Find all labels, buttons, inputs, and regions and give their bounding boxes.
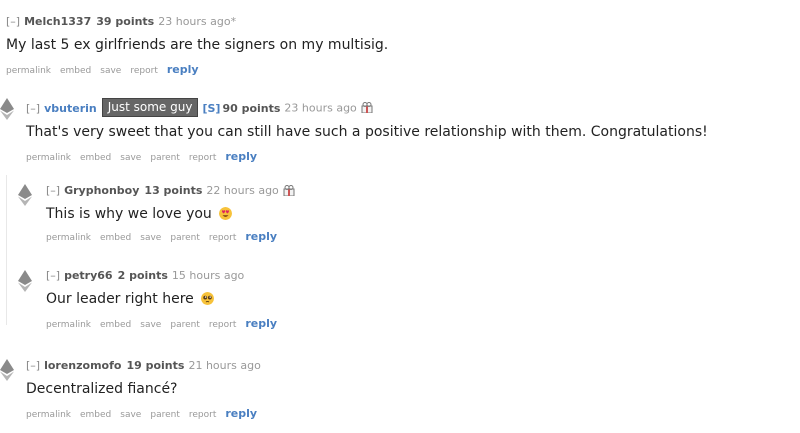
author-link[interactable]: Gryphonboy [64,184,139,197]
comment-actions: permalink embed save parent report reply [26,407,266,420]
timestamp: 23 hours ago [284,101,357,115]
heart-eyes-emoji-icon [219,206,233,220]
comment-tagline: [–] Gryphonboy 13 points 22 hours ago [46,184,295,198]
score: 2 points [117,269,168,282]
save-button[interactable]: save [120,153,141,163]
parent-button[interactable]: parent [150,410,180,420]
embed-button[interactable]: embed [80,153,111,163]
comment-text: Our leader right here [46,291,194,307]
thread-line [6,175,7,325]
pleading-face-emoji-icon [201,291,215,305]
comment-body: Our leader right here [46,291,286,307]
collapse-toggle[interactable]: [–] [26,359,40,372]
comment-actions: permalink embed save parent report reply [26,150,708,163]
embed-button[interactable]: embed [100,233,131,243]
save-button[interactable]: save [140,320,161,330]
comment-body: This is why we love you [46,206,295,222]
permalink-button[interactable]: permalink [46,233,91,243]
comment-body: Decentralized fiancé? [26,381,178,397]
score: 39 points [96,15,155,28]
comment-actions: permalink embed save parent report reply [46,317,286,330]
upvote-arrow-icon[interactable] [0,359,14,381]
comment-actions: permalink embed save report reply [6,63,388,76]
report-button[interactable]: report [209,320,237,330]
collapse-toggle[interactable]: [–] [46,269,60,282]
reply-button[interactable]: reply [245,317,277,330]
collapse-toggle[interactable]: [–] [26,102,40,115]
report-button[interactable]: report [130,66,158,76]
reply-button[interactable]: reply [225,150,257,163]
timestamp: 22 hours ago [206,184,279,197]
embed-button[interactable]: embed [100,320,131,330]
save-button[interactable]: save [140,233,161,243]
report-button[interactable]: report [189,153,217,163]
author-link[interactable]: Melch1337 [24,15,91,28]
award-icon[interactable] [361,102,373,113]
comment-tagline: [–] petry66 2 points 15 hours ago [46,269,286,283]
timestamp: 23 hours ago* [158,15,237,28]
save-button[interactable]: save [120,410,141,420]
comment-actions: permalink embed save parent report reply [46,230,295,243]
embed-button[interactable]: embed [60,66,91,76]
report-button[interactable]: report [189,410,217,420]
timestamp: 15 hours ago [171,269,245,282]
permalink-button[interactable]: permalink [6,66,51,76]
upvote-arrow-icon[interactable] [18,270,32,292]
save-button[interactable]: save [100,66,121,76]
collapse-toggle[interactable]: [–] [6,15,20,28]
comment: [–] lorenzomofo 19 points 21 hours ago Dece… [26,359,266,420]
comment-body: That's very sweet that you can still hav… [26,124,708,140]
collapse-toggle[interactable]: [–] [46,184,60,197]
comment-tagline: [–] Melch1337 39 points 23 hours ago* [6,15,388,29]
permalink-button[interactable]: permalink [46,320,91,330]
comment: [–] Melch1337 39 points 23 hours ago* My la… [6,15,388,76]
upvote-arrow-icon[interactable] [0,98,14,120]
embed-button[interactable]: embed [80,410,111,420]
comment-body: My last 5 ex girlfriends are the signers… [6,37,389,53]
permalink-button[interactable]: permalink [26,410,71,420]
report-button[interactable]: report [209,233,237,243]
comment: [–] vbuterin Just some guy [S] 90 points 23 h… [26,98,708,163]
author-link[interactable]: vbuterin [44,102,97,115]
score: 90 points [222,101,281,115]
score: 19 points [126,359,185,372]
score: 13 points [144,184,203,197]
author-link[interactable]: lorenzomofo [44,359,121,372]
author-link[interactable]: petry66 [64,269,113,282]
reply-button[interactable]: reply [245,230,277,243]
permalink-button[interactable]: permalink [26,153,71,163]
award-icon[interactable] [283,184,295,196]
timestamp: 21 hours ago [188,359,261,372]
comment-text: This is why we love you [46,206,212,222]
parent-button[interactable]: parent [150,153,180,163]
comment-tagline: [–] lorenzomofo 19 points 21 hours ago [26,359,266,373]
parent-button[interactable]: parent [170,233,200,243]
submitter-badge[interactable]: [S] [202,102,220,115]
reply-button[interactable]: reply [225,407,257,420]
upvote-arrow-icon[interactable] [18,184,32,206]
parent-button[interactable]: parent [170,320,200,330]
comment: [–] petry66 2 points 15 hours ago Our leade… [46,269,286,330]
user-flair: Just some guy [101,98,199,117]
comment-tagline: [–] vbuterin Just some guy [S] 90 points 23 h… [26,98,708,117]
reply-button[interactable]: reply [167,63,199,76]
comment: [–] Gryphonboy 13 points 22 hours ago This … [46,184,295,243]
